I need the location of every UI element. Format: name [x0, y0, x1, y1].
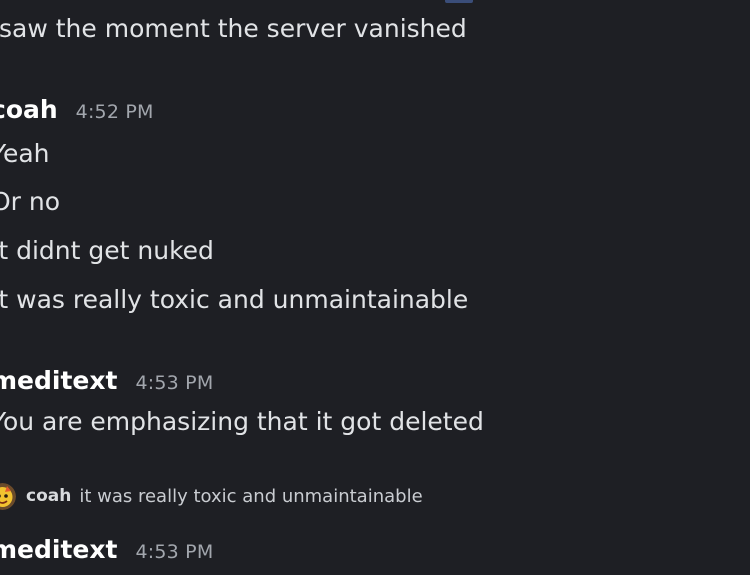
message-text: It didnt get nuked: [0, 236, 214, 265]
username-coah[interactable]: coah: [0, 95, 58, 124]
message-text-prior: saw the moment the server vanished: [0, 14, 467, 43]
timestamp[interactable]: 4:53 PM: [135, 372, 213, 394]
message-text: You are emphasizing that it got deleted: [0, 407, 484, 436]
reply-text[interactable]: it was really toxic and unmaintainable: [79, 486, 422, 507]
message-header-coah: coah 4:52 PM: [0, 95, 154, 124]
reply-username[interactable]: coah: [26, 486, 71, 506]
message-text: Yeah: [0, 139, 50, 168]
username-meditext[interactable]: meditext: [0, 535, 117, 564]
message-text: It was really toxic and unmaintainable: [0, 285, 469, 314]
message-header-meditext-2: meditext 4:53 PM: [0, 535, 213, 564]
reply-preview[interactable]: coah it was really toxic and unmaintaina…: [0, 478, 423, 514]
message-header-meditext: meditext 4:53 PM: [0, 366, 213, 395]
username-meditext[interactable]: meditext: [0, 366, 117, 395]
timestamp[interactable]: 4:52 PM: [76, 101, 154, 123]
emoji-avatar-icon[interactable]: [0, 482, 16, 510]
chat-message-list: saw the moment the server vanished coah …: [0, 0, 750, 575]
timestamp[interactable]: 4:53 PM: [135, 541, 213, 563]
message-text: Or no: [0, 187, 61, 216]
